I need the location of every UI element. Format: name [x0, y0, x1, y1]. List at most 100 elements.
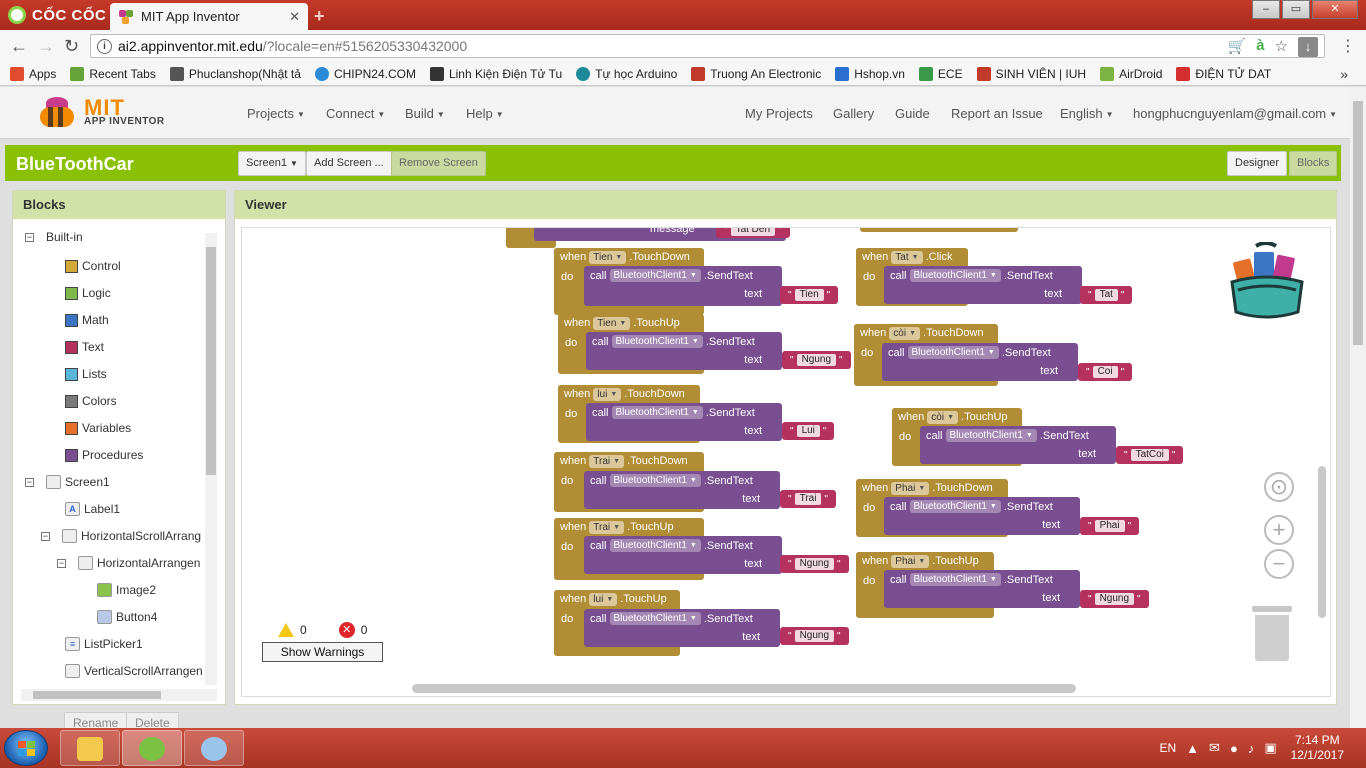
- logo-subtitle[interactable]: APP INVENTOR: [84, 116, 165, 127]
- collapse-icon[interactable]: −: [25, 232, 34, 242]
- forward-arrow-icon[interactable]: →: [37, 36, 55, 57]
- scrollbar-thumb[interactable]: [206, 247, 216, 475]
- action-center-icon[interactable]: ▣: [1264, 740, 1276, 756]
- text-block[interactable]: " Lui ": [782, 422, 835, 440]
- component-dropdown[interactable]: Trai ▼: [589, 454, 625, 468]
- category-procedures[interactable]: Procedures: [65, 445, 143, 465]
- taskbar-explorer[interactable]: [60, 730, 120, 766]
- call-block[interactable]: call BluetoothClient1 ▼ .SendText text: [884, 266, 1082, 304]
- screen-select[interactable]: Screen1 ▼: [238, 151, 306, 176]
- bookmark-item[interactable]: AirDroid: [1100, 66, 1162, 81]
- bookmark-item[interactable]: Phuclanshop(Nhật tả: [169, 66, 301, 81]
- bookmark-item[interactable]: Truong An Electronic: [691, 66, 821, 81]
- menu-help[interactable]: Help ▼: [466, 106, 504, 121]
- page-vertical-scrollbar[interactable]: [1350, 87, 1366, 728]
- component-dropdown[interactable]: BluetoothClient1 ▼: [609, 612, 701, 625]
- component-dropdown[interactable]: Tien ▼: [593, 316, 631, 330]
- system-clock[interactable]: 7:14 PM 12/1/2017: [1291, 733, 1344, 763]
- shopping-cart-icon[interactable]: 🛒: [1228, 37, 1247, 57]
- bookmark-item[interactable]: Tự học Arduino: [576, 66, 677, 81]
- component-dropdown[interactable]: BluetoothClient1 ▼: [909, 573, 1001, 586]
- tree-horizontal-scrollbar[interactable]: [21, 689, 217, 701]
- link-my-projects[interactable]: My Projects: [745, 106, 813, 121]
- volume-icon[interactable]: ♪: [1248, 741, 1255, 756]
- bookmark-item[interactable]: CHIPN24.COM: [314, 66, 416, 81]
- new-tab-button[interactable]: +: [314, 6, 325, 27]
- avast-icon[interactable]: ●: [1230, 741, 1238, 756]
- link-guide[interactable]: Guide: [895, 106, 930, 121]
- bookmark-item[interactable]: Linh Kiện Điện Tử Tu: [429, 66, 562, 81]
- network-icon[interactable]: ✉: [1209, 740, 1220, 756]
- blocks-button[interactable]: Blocks: [1289, 151, 1338, 176]
- component-dropdown[interactable]: BluetoothClient1 ▼: [909, 500, 1001, 513]
- text-block[interactable]: " TatCoi ": [1116, 446, 1184, 464]
- component-dropdown[interactable]: BluetoothClient1 ▼: [611, 335, 703, 348]
- category-colors[interactable]: Colors: [65, 391, 117, 411]
- app-inventor-logo-icon[interactable]: [36, 95, 80, 131]
- remove-screen-button[interactable]: Remove Screen: [391, 151, 486, 176]
- component-dropdown[interactable]: BluetoothClient1 ▼: [907, 346, 999, 359]
- maximize-button[interactable]: ▭: [1282, 0, 1310, 19]
- component-dropdown[interactable]: còi ▼: [889, 326, 921, 340]
- call-block[interactable]: call BluetoothClient1 ▼ .SendText text: [586, 332, 782, 370]
- add-screen-button[interactable]: Add Screen ...: [306, 151, 392, 176]
- text-block[interactable]: " Tien ": [780, 286, 839, 304]
- component-dropdown[interactable]: Trai ▼: [589, 520, 625, 534]
- component-dropdown[interactable]: Phai ▼: [891, 481, 930, 495]
- browser-tab[interactable]: MIT App Inventor ✕: [110, 3, 308, 30]
- text-block[interactable]: " Ngung ": [782, 351, 851, 369]
- scrollbar-thumb[interactable]: [33, 691, 161, 699]
- tree-label1[interactable]: A Label1: [65, 499, 120, 519]
- backpack-icon[interactable]: [1222, 242, 1310, 322]
- call-block[interactable]: call BluetoothClient1 ▼ .SendText text: [586, 403, 782, 441]
- windows-start-button[interactable]: [4, 730, 48, 766]
- taskbar-coccoc[interactable]: [122, 730, 182, 766]
- call-block[interactable]: call BluetoothClient1 ▼ .SendText text: [584, 266, 782, 306]
- component-dropdown[interactable]: BluetoothClient1 ▼: [611, 406, 703, 419]
- text-block[interactable]: " Trai ": [780, 490, 836, 508]
- collapse-icon[interactable]: −: [41, 531, 50, 541]
- blocks-workspace[interactable]: message " Tat Den " when Tien ▼ .TouchDown do…: [241, 227, 1331, 697]
- site-info-icon[interactable]: i: [97, 38, 112, 54]
- account-menu[interactable]: hongphucnguyenlam@gmail.com ▼: [1133, 106, 1337, 121]
- tab-close-icon[interactable]: ✕: [289, 9, 300, 25]
- component-dropdown[interactable]: BluetoothClient1 ▼: [909, 269, 1001, 282]
- close-window-button[interactable]: ✕: [1312, 0, 1358, 19]
- tree-vertical-scroll-arrangement[interactable]: VerticalScrollArrangen: [65, 661, 203, 681]
- menu-projects[interactable]: Projects ▼: [247, 106, 305, 121]
- tree-horizontal-arrangement[interactable]: − HorizontalArrangen: [57, 553, 200, 573]
- tree-horizontal-scroll-arrangement[interactable]: − HorizontalScrollArrang: [41, 526, 201, 546]
- url-input[interactable]: i ai2.appinventor.mit.edu/?locale=en#515…: [90, 34, 1325, 58]
- call-block[interactable]: call BluetoothClient1 ▼ .SendText text: [920, 426, 1116, 464]
- zoom-out-icon[interactable]: −: [1264, 549, 1294, 579]
- link-report-issue[interactable]: Report an Issue: [951, 106, 1043, 121]
- text-block[interactable]: " Ngung ": [1080, 590, 1149, 608]
- zoom-in-icon[interactable]: +: [1264, 515, 1294, 545]
- bookmark-item[interactable]: ĐIỆN TỬ DAT: [1176, 66, 1271, 81]
- collapse-icon[interactable]: −: [25, 477, 34, 487]
- tree-vertical-scrollbar[interactable]: [205, 233, 217, 685]
- trash-icon[interactable]: [1252, 606, 1292, 662]
- category-logic[interactable]: Logic: [65, 283, 111, 303]
- tree-button4[interactable]: Button4: [97, 607, 157, 627]
- tray-expand-icon[interactable]: ▲: [1186, 741, 1199, 756]
- component-dropdown[interactable]: lui ▼: [593, 387, 622, 401]
- language-menu[interactable]: English ▼: [1060, 106, 1114, 121]
- component-dropdown[interactable]: BluetoothClient1 ▼: [609, 539, 701, 552]
- menu-build[interactable]: Build ▼: [405, 106, 445, 121]
- back-arrow-icon[interactable]: ←: [10, 36, 28, 57]
- tree-listpicker1[interactable]: ≡ ListPicker1: [65, 634, 143, 654]
- reload-icon[interactable]: ↻: [64, 36, 79, 57]
- translate-icon[interactable]: à: [1256, 37, 1264, 57]
- component-dropdown[interactable]: BluetoothClient1 ▼: [945, 429, 1037, 442]
- category-lists[interactable]: Lists: [65, 364, 107, 384]
- call-block[interactable]: call BluetoothClient1 ▼ .SendText text: [584, 536, 782, 574]
- text-block[interactable]: " Phai ": [1080, 517, 1140, 535]
- component-dropdown[interactable]: Phai ▼: [891, 554, 930, 568]
- link-gallery[interactable]: Gallery: [833, 106, 874, 121]
- call-block[interactable]: call BluetoothClient1 ▼ .SendText text: [584, 471, 780, 509]
- text-block[interactable]: " Tat ": [1080, 286, 1133, 304]
- call-block[interactable]: call BluetoothClient1 ▼ .SendText text: [882, 343, 1078, 381]
- event-block-partial[interactable]: [860, 228, 1018, 232]
- taskbar-paint[interactable]: [184, 730, 244, 766]
